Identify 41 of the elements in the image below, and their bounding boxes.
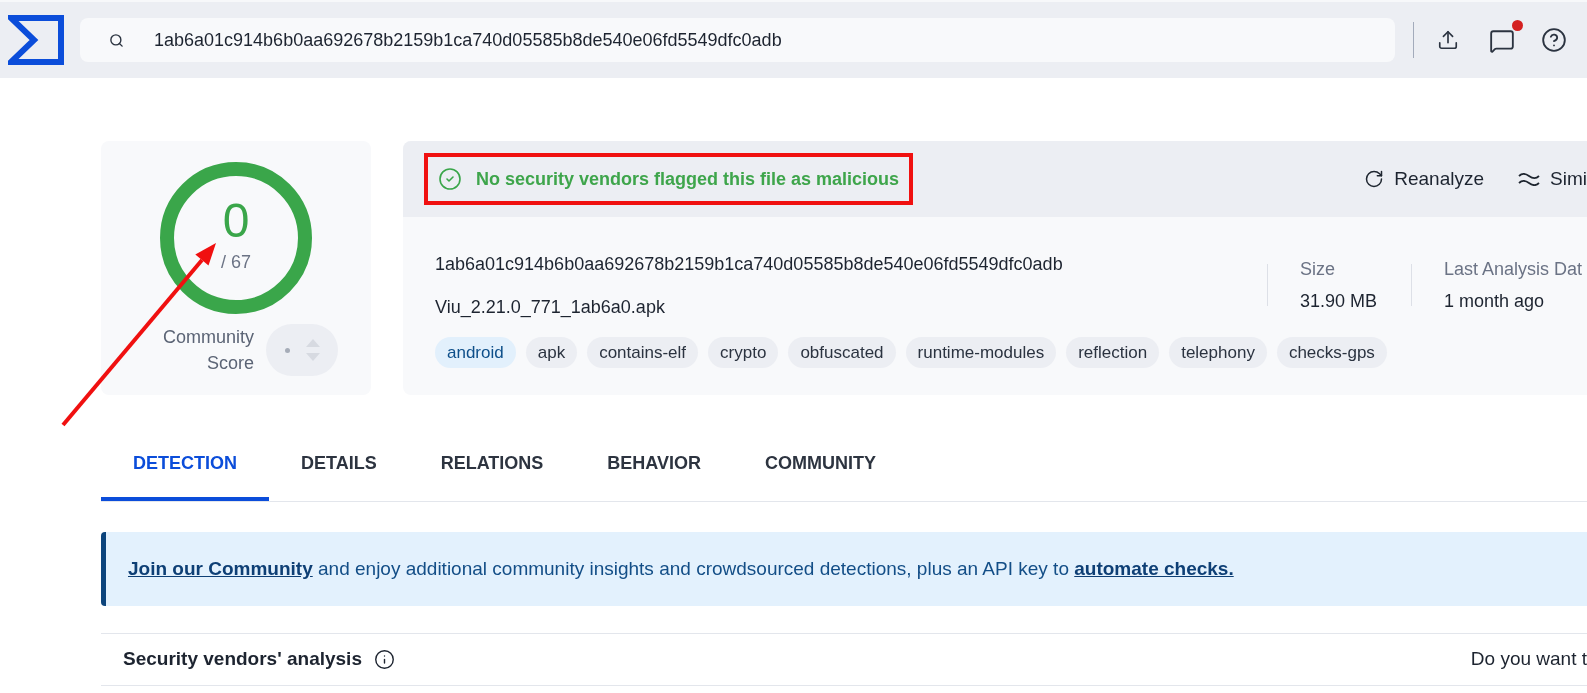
- similar-button[interactable]: Simi: [1518, 164, 1587, 194]
- file-tag[interactable]: checks-gps: [1276, 337, 1387, 368]
- upload-icon[interactable]: [1437, 29, 1459, 51]
- file-hash: 1ab6a01c914b6b0aa692678b2159b1ca740d05585b8de540e06fd5549dfc0adb: [435, 253, 1064, 276]
- wave-lines-icon: [1518, 172, 1541, 186]
- info-icon[interactable]: [373, 649, 395, 670]
- tab[interactable]: DETECTION: [101, 430, 269, 501]
- stat-value: 31.90 MB: [1300, 290, 1379, 313]
- engine-total: / 67: [221, 251, 251, 273]
- stat-label: Last Analysis Dat: [1444, 258, 1583, 281]
- search-icon: [109, 32, 124, 48]
- status-message: No security vendors flagged this file as malicious: [476, 167, 900, 191]
- detection-count: 0: [222, 197, 250, 245]
- refresh-icon: [1364, 169, 1385, 189]
- comment-icon[interactable]: [1489, 28, 1515, 54]
- stat-label: Size: [1300, 258, 1336, 281]
- tab[interactable]: RELATIONS: [408, 430, 576, 501]
- file-tag[interactable]: telephony: [1169, 337, 1267, 368]
- banner-link[interactable]: Join our Community: [128, 557, 313, 579]
- section-title: Security vendors' analysis: [123, 647, 362, 672]
- file-tag[interactable]: runtime-modules: [905, 337, 1057, 368]
- help-icon[interactable]: [1541, 27, 1567, 53]
- file-tag[interactable]: contains-elf: [587, 337, 699, 368]
- search-field[interactable]: 1ab6a01c914b6b0aa692678b2159b1ca740d05585b8de540e06fd5549dfc0adb: [80, 18, 1395, 62]
- file-tag[interactable]: reflection: [1066, 337, 1160, 368]
- file-tag[interactable]: apk: [525, 337, 578, 368]
- banner-link[interactable]: automate checks.: [1074, 557, 1234, 579]
- tab[interactable]: BEHAVIOR: [575, 430, 734, 501]
- file-tag[interactable]: android: [435, 337, 516, 368]
- banner-text: Join our Community and enjoy additional community insights and crowdsourced detections, plus an API key to automate checks.: [128, 556, 1234, 581]
- file-tag[interactable]: crypto: [708, 337, 779, 368]
- file-tag[interactable]: obfuscated: [788, 337, 896, 368]
- prompt-text: Do you want t: [1470, 647, 1587, 672]
- file-name: Viu_2.21.0_771_1ab6a0.apk: [435, 296, 666, 319]
- reanalyze-button[interactable]: Reanalyze: [1364, 164, 1485, 194]
- stat-value: 1 month ago: [1444, 290, 1546, 313]
- tab[interactable]: DETAILS: [269, 430, 409, 501]
- logo-icon[interactable]: [8, 15, 64, 65]
- check-circle-icon: [438, 167, 462, 191]
- community-score-label: Community Score: [161, 326, 254, 375]
- tab[interactable]: COMMUNITY: [733, 430, 909, 501]
